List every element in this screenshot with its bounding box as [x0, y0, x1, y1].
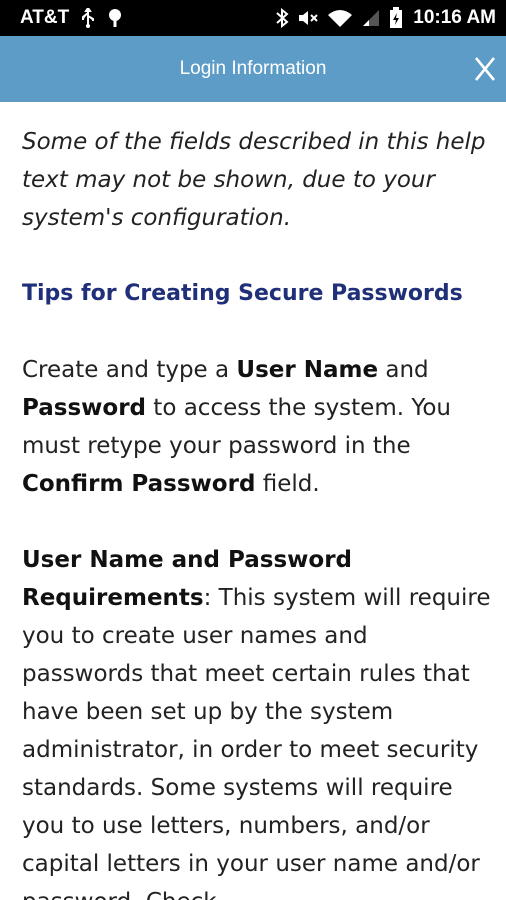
close-icon: [474, 57, 496, 81]
clock: 10:16 AM: [413, 7, 496, 28]
status-left: AT&T: [20, 7, 123, 29]
carrier-label: AT&T: [20, 7, 70, 28]
credentials-paragraph: Create and type a User Name and Password…: [22, 351, 492, 503]
signal-icon: [361, 8, 381, 28]
password-term: Password: [22, 395, 146, 421]
confirm-password-term: Confirm Password: [22, 471, 256, 497]
tips-heading[interactable]: Tips for Creating Secure Passwords: [22, 275, 492, 313]
requirements-paragraph: User Name and Password Requirements: Thi…: [22, 541, 492, 900]
help-content: Some of the fields described in this hel…: [22, 102, 492, 900]
status-bar: AT&T 10:16 AM: [0, 0, 506, 36]
wifi-icon: [327, 8, 353, 28]
text-segment: : This system will require you to create…: [22, 585, 491, 900]
user-name-term: User Name: [236, 357, 379, 383]
status-right: 10:16 AM: [275, 7, 496, 29]
close-button[interactable]: [470, 52, 500, 86]
text-segment: field.: [255, 471, 320, 497]
configuration-note: Some of the fields described in this hel…: [22, 129, 486, 231]
bluetooth-icon: [275, 8, 289, 28]
android-icon: [107, 8, 123, 28]
battery-icon: [389, 7, 403, 29]
title-bar: Login Information: [0, 36, 506, 102]
page-title: Login Information: [179, 58, 327, 79]
text-segment: and: [378, 357, 429, 383]
usb-icon: [79, 8, 97, 28]
mute-icon: [297, 8, 319, 28]
text-segment: Create and type a: [22, 357, 237, 383]
